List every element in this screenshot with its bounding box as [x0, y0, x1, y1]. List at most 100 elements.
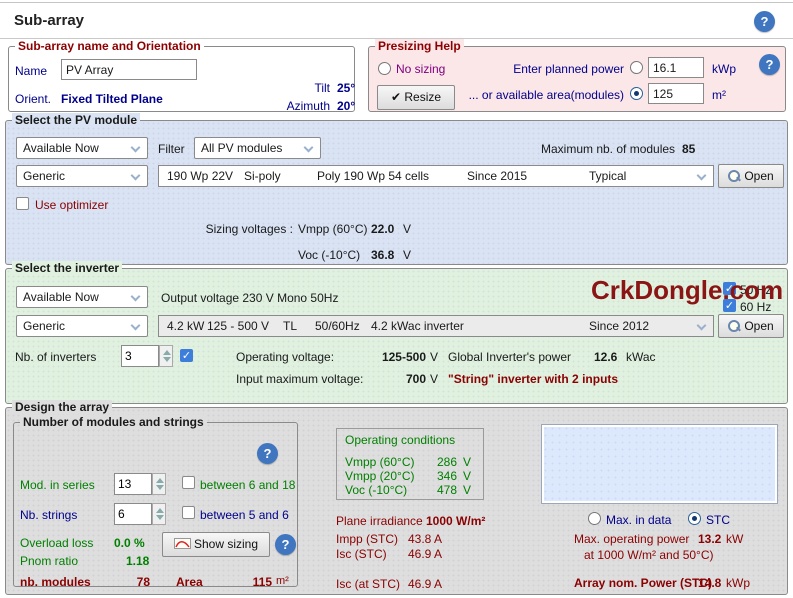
watermark: CrkDongle.com	[591, 275, 784, 305]
mod-series-spinner[interactable]	[152, 473, 166, 495]
planned-power-input[interactable]	[648, 57, 704, 78]
operating-voltage-label: Operating voltage:	[236, 350, 335, 364]
nb-inverters-auto-checkbox[interactable]: ✓	[180, 349, 193, 362]
oc-row-label: Vmpp (60°C)	[345, 455, 415, 469]
inverter-voltage: 125 - 500 V	[207, 319, 270, 333]
pv-open-button[interactable]: Open	[718, 164, 784, 188]
input-max-voltage-label: Input maximum voltage:	[236, 372, 364, 386]
presizing-legend: Presizing Help	[375, 39, 464, 53]
magnifier-icon	[728, 170, 741, 182]
array-nom-power-unit: kWp	[726, 576, 750, 590]
mod-series-hint: between 6 and 18	[200, 478, 296, 492]
help-icon[interactable]: ?	[754, 11, 775, 32]
nb-strings-input[interactable]	[114, 503, 152, 525]
resize-button[interactable]: ✔ Resize	[377, 85, 455, 110]
max-operating-power-unit: kW	[726, 532, 744, 546]
voc10-label: Voc (-10°C)	[298, 248, 361, 262]
impp-stc-label: Impp (STC)	[336, 532, 399, 546]
inverter-power: 4.2 kW	[167, 319, 205, 333]
plane-irradiance-label: Plane irradiance	[336, 514, 423, 528]
nb-strings-checkbox[interactable]	[182, 506, 195, 519]
operating-conditions-box: Operating conditions Vmpp (60°C) 286 V V…	[336, 428, 484, 500]
inverter-freq: 50/60Hz	[315, 319, 360, 333]
nb-inverters-input[interactable]	[121, 345, 159, 367]
array-nom-power-value: 14.8	[698, 576, 722, 590]
vmpp60-label: Vmpp (60°C)	[298, 222, 368, 236]
show-sizing-button[interactable]: Show sizing	[162, 532, 270, 557]
presizing-help-icon[interactable]: ?	[759, 54, 780, 75]
voc10-value: 36.8	[371, 248, 395, 262]
mod-series-checkbox[interactable]	[182, 476, 195, 489]
inverter-open-label: Open	[744, 319, 774, 333]
impp-stc-value: 43.8 A	[408, 532, 443, 546]
area-radio[interactable]	[630, 87, 643, 100]
planned-power-radio[interactable]	[630, 61, 643, 74]
pv-module-section: Select the PV module Available Now Filte…	[5, 113, 788, 265]
max-operating-power-label: Max. operating power	[574, 532, 690, 546]
max-operating-power-value: 13.2	[698, 532, 722, 546]
pv-filter-value: All PV modules	[201, 141, 283, 155]
sizing-help-icon[interactable]: ?	[275, 534, 296, 555]
area-result-unit: m²	[276, 575, 289, 587]
area-input[interactable]	[648, 83, 704, 104]
array-nom-power-label: Array nom. Power (STC)	[574, 576, 713, 590]
presizing-group: Presizing Help No sizing Enter planned p…	[368, 39, 786, 112]
orientation-group: Sub-array name and Orientation Name Orie…	[8, 39, 356, 113]
oc-row-value: 286	[436, 455, 457, 469]
global-power-label: Global Inverter's power	[448, 350, 572, 364]
nb-strings-spinner[interactable]	[152, 503, 166, 525]
pv-availability-select[interactable]: Available Now	[16, 137, 148, 159]
max-in-data-radio[interactable]	[588, 512, 601, 525]
pv-manufacturer-value: Generic	[23, 169, 66, 183]
oc-row-value: 346	[436, 469, 457, 483]
operating-voltage-unit: V	[430, 350, 439, 364]
max-power-condition: at 1000 W/m² and 50°C)	[584, 548, 714, 562]
pv-filter-select[interactable]: All PV modules	[194, 137, 321, 159]
global-power-unit: kWac	[626, 350, 656, 364]
nb-inverters-spinner[interactable]	[159, 345, 173, 367]
isc-at-stc-value: 46.9 A	[408, 577, 443, 591]
chevron-down-icon	[696, 320, 707, 331]
mod-series-input[interactable]	[114, 473, 152, 495]
inverter-manufacturer-select[interactable]: Generic	[16, 315, 148, 337]
chevron-down-icon	[696, 170, 707, 181]
isc-at-stc-label: Isc (at STC)	[336, 577, 401, 591]
operating-voltage-value: 125-500	[381, 350, 426, 364]
inverter-model-combo[interactable]: 4.2 kW 125 - 500 V TL 50/60Hz 4.2 kWac i…	[158, 315, 714, 337]
global-power-value: 12.6	[594, 350, 618, 364]
magnifier-icon	[728, 320, 741, 332]
nb-strings-hint: between 5 and 6	[200, 508, 289, 522]
nb-strings-label: Nb. strings	[20, 508, 78, 522]
pv-module-legend: Select the PV module	[12, 113, 141, 127]
chevron-down-icon	[130, 320, 141, 331]
isc-stc-label: Isc (STC)	[336, 547, 387, 561]
subarray-name-input[interactable]	[61, 59, 197, 80]
chevron-down-icon	[130, 291, 141, 302]
module-desc: Poly 190 Wp 54 cells	[317, 169, 430, 183]
oc-row-label: Vmpp (20°C)	[345, 469, 415, 483]
pv-open-label: Open	[744, 169, 774, 183]
inverter-open-button[interactable]: Open	[718, 314, 784, 338]
page-title: Sub-array	[14, 12, 85, 29]
sizing-chart-panel	[541, 424, 778, 504]
stc-radio[interactable]	[688, 512, 701, 525]
overload-loss-value: 0.0 %	[114, 536, 145, 550]
modules-strings-help-icon[interactable]: ?	[257, 443, 278, 464]
area-label: ... or available area(modules)	[468, 88, 624, 102]
oc-row-unit: V	[463, 455, 472, 469]
no-sizing-radio[interactable]	[378, 62, 391, 75]
pnom-ratio-label: Pnom ratio	[20, 554, 79, 568]
isc-stc-value: 46.9 A	[408, 547, 443, 561]
inverter-availability-select[interactable]: Available Now	[16, 286, 148, 308]
chevron-down-icon	[130, 170, 141, 181]
voc10-unit: V	[403, 248, 412, 262]
pv-module-combo[interactable]: 190 Wp 22V Si-poly Poly 190 Wp 54 cells …	[158, 165, 714, 187]
oc-row-label: Voc (-10°C)	[345, 483, 408, 497]
module-power: 190 Wp 22V	[167, 169, 234, 183]
pv-manufacturer-select[interactable]: Generic	[16, 165, 148, 187]
use-optimizer-checkbox[interactable]	[16, 197, 29, 210]
azimuth-value: 20°	[337, 99, 356, 113]
use-optimizer-label: Use optimizer	[35, 198, 109, 212]
tilt-value: 25°	[337, 81, 356, 95]
vmpp60-value: 22.0	[371, 222, 395, 236]
